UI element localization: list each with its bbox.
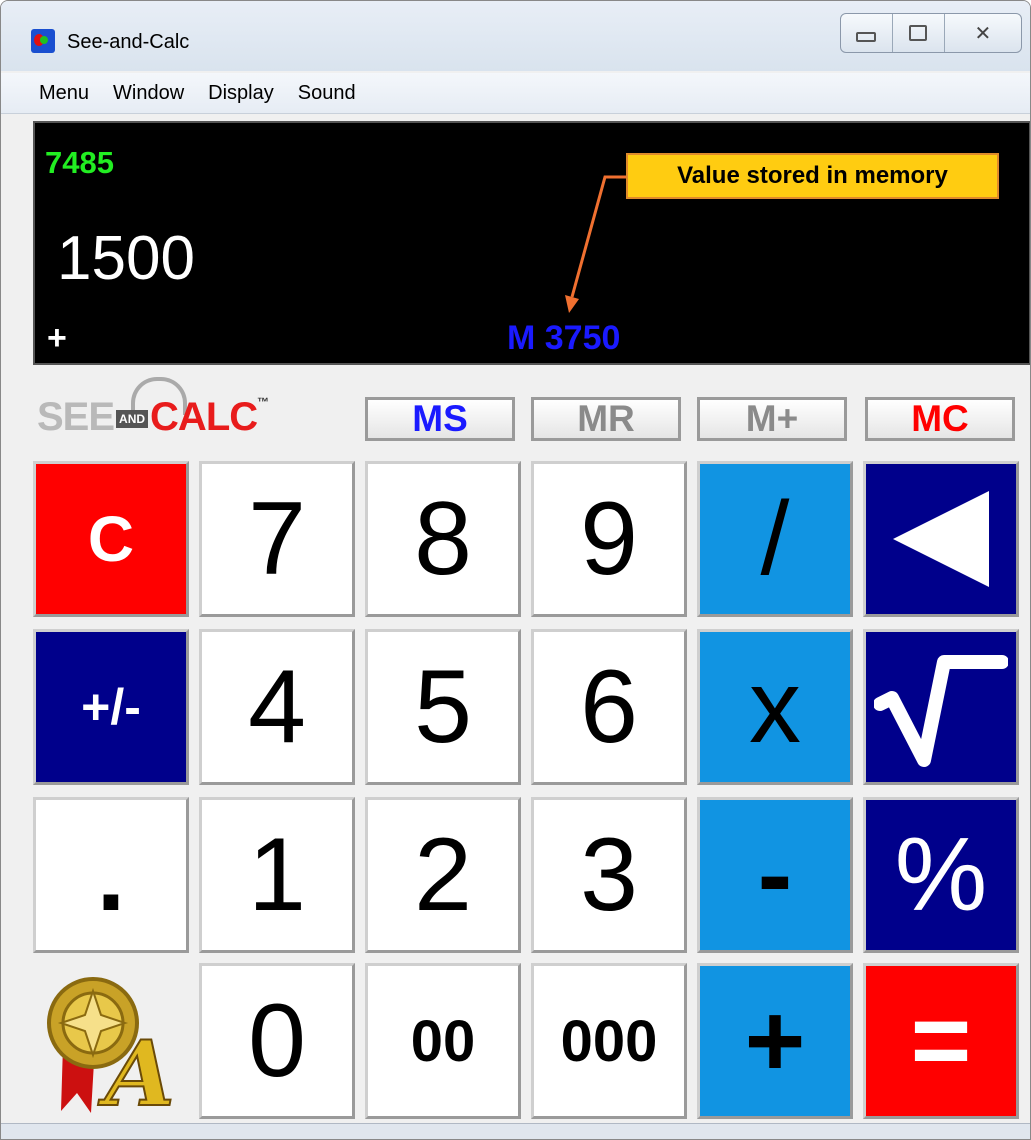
plus-minus-button[interactable]: +/- — [33, 629, 189, 785]
memory-callout: Value stored in memory — [626, 153, 999, 199]
square-root-button[interactable] — [863, 629, 1019, 785]
key-9[interactable]: 9 — [531, 461, 687, 617]
app-icon — [31, 29, 55, 53]
menu-item-menu[interactable]: Menu — [1, 82, 101, 105]
logo-text: SEE AND CALC™ — [37, 395, 269, 439]
menu-item-sound[interactable]: Sound — [286, 82, 368, 105]
key-3[interactable]: 3 — [531, 797, 687, 953]
minimize-icon — [856, 32, 877, 42]
key-7[interactable]: 7 — [199, 461, 355, 617]
window-controls: ✕ — [840, 13, 1022, 53]
key-2[interactable]: 2 — [365, 797, 521, 953]
plus-button[interactable]: + — [697, 963, 853, 1119]
menu-item-display[interactable]: Display — [196, 82, 286, 105]
backspace-button[interactable] — [863, 461, 1019, 617]
percent-button[interactable]: % — [863, 797, 1019, 953]
memory-value: M 3750 — [507, 319, 621, 357]
history-value: 7485 — [45, 145, 114, 180]
menu-bar: Menu Window Display Sound — [1, 73, 1030, 114]
memory-recall-button[interactable]: MR — [531, 397, 681, 441]
calculator-window: See-and-Calc ✕ Menu Window Display Sound… — [0, 0, 1031, 1140]
memory-store-button[interactable]: MS — [365, 397, 515, 441]
main-value: 1500 — [57, 224, 195, 293]
see-and-calc-logo: SEE AND CALC™ — [33, 377, 363, 443]
key-1[interactable]: 1 — [199, 797, 355, 953]
status-bar — [1, 1123, 1030, 1139]
multiply-button[interactable]: x — [697, 629, 853, 785]
minimize-button[interactable] — [841, 14, 893, 52]
maximize-icon — [909, 25, 928, 41]
svg-text:A: A — [97, 1021, 175, 1115]
key-6[interactable]: 6 — [531, 629, 687, 785]
key-000[interactable]: 000 — [531, 963, 687, 1119]
pending-operator: + — [47, 319, 67, 357]
divide-button[interactable]: / — [697, 461, 853, 617]
decimal-button[interactable]: . — [33, 797, 189, 953]
award-badge-icon: A — [35, 965, 185, 1128]
key-00[interactable]: 00 — [365, 963, 521, 1119]
key-4[interactable]: 4 — [199, 629, 355, 785]
square-root-icon — [874, 655, 1008, 767]
title-bar[interactable]: See-and-Calc ✕ — [1, 1, 1030, 71]
close-icon: ✕ — [974, 22, 992, 45]
memory-add-button[interactable]: M+ — [697, 397, 847, 441]
backspace-icon — [893, 491, 989, 587]
key-8[interactable]: 8 — [365, 461, 521, 617]
window-title: See-and-Calc — [67, 31, 190, 53]
maximize-button[interactable] — [893, 14, 945, 52]
memory-clear-button[interactable]: MC — [865, 397, 1015, 441]
key-0[interactable]: 0 — [199, 963, 355, 1119]
minus-button[interactable]: - — [697, 797, 853, 953]
key-5[interactable]: 5 — [365, 629, 521, 785]
close-button[interactable]: ✕ — [945, 14, 1021, 52]
menu-item-window[interactable]: Window — [101, 82, 196, 105]
equals-button[interactable]: = — [863, 963, 1019, 1119]
clear-button[interactable]: C — [33, 461, 189, 617]
